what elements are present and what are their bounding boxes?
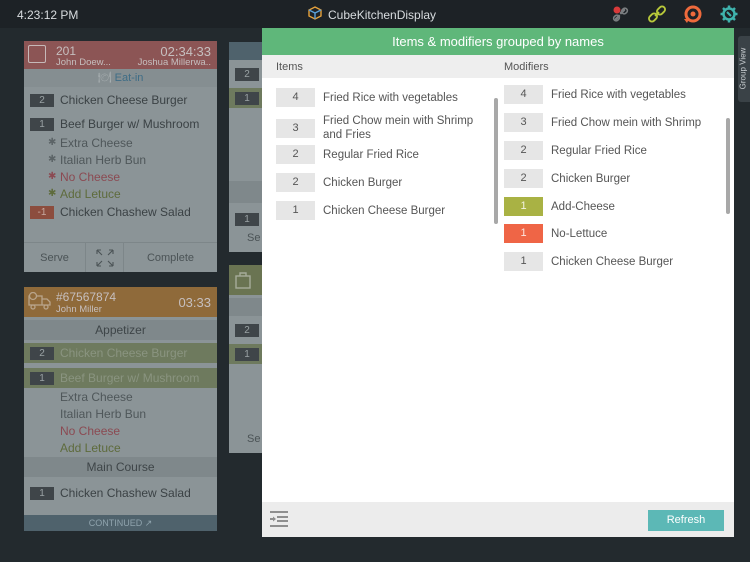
course-section: Main Course	[24, 457, 217, 477]
column-headers: Items Modifiers	[262, 55, 734, 78]
order-card-header: 201 John Doew... 02:34:33 Joshua Millerw…	[24, 41, 217, 69]
order-card-header: #67567874 John Miller 03:33	[24, 287, 217, 317]
modifier-removed: ✱ No Cheese	[48, 169, 121, 184]
serve-button[interactable]: Se	[247, 232, 260, 244]
link-icon[interactable]	[646, 4, 668, 24]
order-timer: 03:33	[178, 295, 211, 310]
items-scrollbar[interactable]	[494, 98, 498, 224]
settings-gear-icon[interactable]	[718, 4, 740, 24]
item-row[interactable]: 4 Fried Rice with vegetables	[276, 88, 458, 107]
refresh-sync-icon[interactable]	[682, 4, 704, 24]
delivery-truck-icon	[28, 291, 52, 315]
order-item[interactable]: 2 Chicken Cheese Burger	[24, 90, 217, 110]
app-title-text: CubeKitchenDisplay	[328, 7, 437, 22]
modifier: Extra Cheese	[60, 389, 133, 404]
item-row[interactable]: 2 Chicken Burger	[276, 173, 402, 192]
modifier: ✱ Extra Cheese	[48, 135, 133, 150]
disconnected-link-icon[interactable]	[610, 4, 632, 24]
expand-icon[interactable]	[86, 243, 124, 272]
modifier-row[interactable]: 4 Fried Rice with vegetables	[504, 85, 686, 104]
modifier-row[interactable]: 1 Chicken Cheese Burger	[504, 252, 673, 271]
continued-link[interactable]: CONTINUED ↗	[24, 515, 217, 531]
modifier-row-add[interactable]: 1 Add-Cheese	[504, 197, 615, 216]
dine-in-icon	[28, 45, 46, 63]
modifier-row[interactable]: 3 Fried Chow mein with Shrimp	[504, 113, 701, 132]
item-row[interactable]: 2 Regular Fried Rice	[276, 145, 419, 164]
order-item[interactable]: 1 Chicken Chashew Salad	[24, 483, 217, 503]
takeout-bag-icon	[235, 271, 251, 294]
server-name: John Doew...	[56, 57, 111, 68]
order-card-delivery[interactable]: #67567874 John Miller 03:33 Appetizer 2C…	[24, 287, 217, 531]
modifier-row[interactable]: 2 Regular Fried Rice	[504, 141, 647, 160]
modifier: ✱ Italian Herb Bun	[48, 152, 147, 167]
complete-button[interactable]: Complete	[124, 243, 217, 272]
modifier-row-remove[interactable]: 1 No-Lettuce	[504, 224, 607, 243]
modifier-added: Add Letuce	[60, 440, 121, 455]
course-section: Appetizer	[24, 320, 217, 340]
modifiers-header: Modifiers	[504, 61, 549, 73]
items-header: Items	[276, 61, 303, 73]
dialog-footer: Refresh	[262, 502, 734, 537]
plate-cutlery-icon: 🍽	[97, 72, 115, 84]
order-item[interactable]: -1 Chicken Chashew Salad	[24, 202, 217, 222]
indent-list-icon[interactable]	[269, 510, 289, 533]
card-footer: Serve Complete	[24, 242, 217, 272]
cube-logo-icon	[308, 6, 322, 23]
order-card-201[interactable]: 201 John Doew... 02:34:33 Joshua Millerw…	[24, 41, 217, 272]
modifier-removed: No Cheese	[60, 423, 121, 438]
order-number: #67567874	[56, 290, 117, 304]
app-title: CubeKitchenDisplay	[308, 6, 436, 23]
serve-button[interactable]: Serve	[24, 243, 86, 272]
serve-button[interactable]: Se	[247, 433, 260, 445]
arrow-up-right-icon: ↗	[144, 518, 153, 528]
table-number: 201	[56, 44, 77, 58]
order-item[interactable]: 1 Beef Burger w/ Mushroom	[24, 114, 217, 134]
customer-name: John Miller	[56, 304, 102, 315]
modifier-added: ✱ Add Letuce	[48, 186, 121, 201]
group-view-tab[interactable]: Group View	[738, 36, 750, 102]
top-bar: 4:23:12 PM CubeKitchenDisplay	[0, 0, 750, 28]
modifier: Italian Herb Bun	[60, 406, 147, 421]
order-item[interactable]: 1 Beef Burger w/ Mushroom	[24, 368, 217, 388]
item-row[interactable]: 1 Chicken Cheese Burger	[276, 201, 445, 220]
dialog-title: Items & modifiers grouped by names	[262, 28, 734, 55]
modifier-row[interactable]: 2 Chicken Burger	[504, 169, 630, 188]
refresh-button[interactable]: Refresh	[648, 510, 724, 531]
modifiers-list[interactable]: 4 Fried Rice with vegetables 3 Fried Chow …	[504, 85, 724, 285]
item-row[interactable]: 3 Fried Chow mein with Shrimp and Fries	[276, 114, 491, 142]
modifiers-scrollbar[interactable]	[726, 118, 730, 214]
clock: 4:23:12 PM	[17, 8, 79, 22]
items-list[interactable]: 4 Fried Rice with vegetables 3 Fried Chow …	[276, 88, 491, 238]
service-type: 🍽 Eat-in	[24, 69, 217, 87]
grouped-items-dialog: Items & modifiers grouped by names Items…	[262, 28, 734, 537]
order-item[interactable]: 2 Chicken Cheese Burger	[24, 343, 217, 363]
customer-name: Joshua Millerwa..	[137, 57, 211, 68]
